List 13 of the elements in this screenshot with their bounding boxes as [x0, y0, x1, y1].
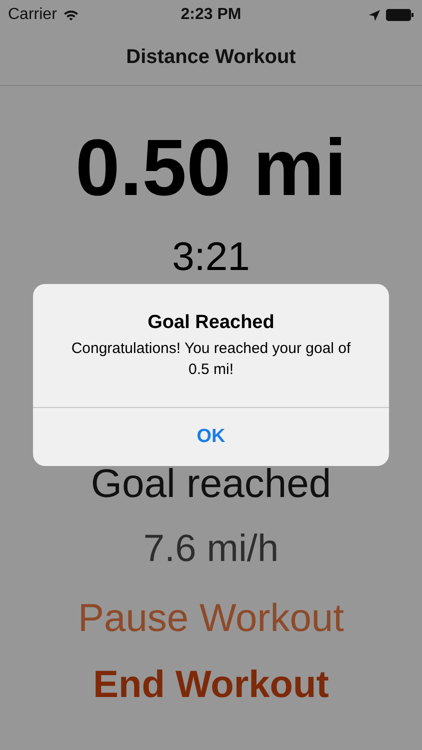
speed-value: 7.6 mi/h [143, 527, 279, 572]
pause-workout-button[interactable]: Pause Workout [78, 594, 344, 644]
carrier-name: Carrier [8, 6, 57, 24]
distance-value: 0.50 mi [75, 122, 347, 214]
elapsed-time: 3:21 [172, 234, 250, 281]
alert-message: Congratulations! You reached your goal of 0.5 mi! [70, 339, 352, 380]
alert-title: Goal Reached [148, 312, 274, 334]
status-time: 2:23 PM [180, 6, 242, 24]
wifi-icon [62, 9, 79, 21]
battery-icon [386, 9, 414, 21]
location-arrow-icon [369, 10, 380, 20]
screen-title: Distance Workout [126, 46, 296, 69]
end-workout-button[interactable]: End Workout [93, 660, 329, 710]
